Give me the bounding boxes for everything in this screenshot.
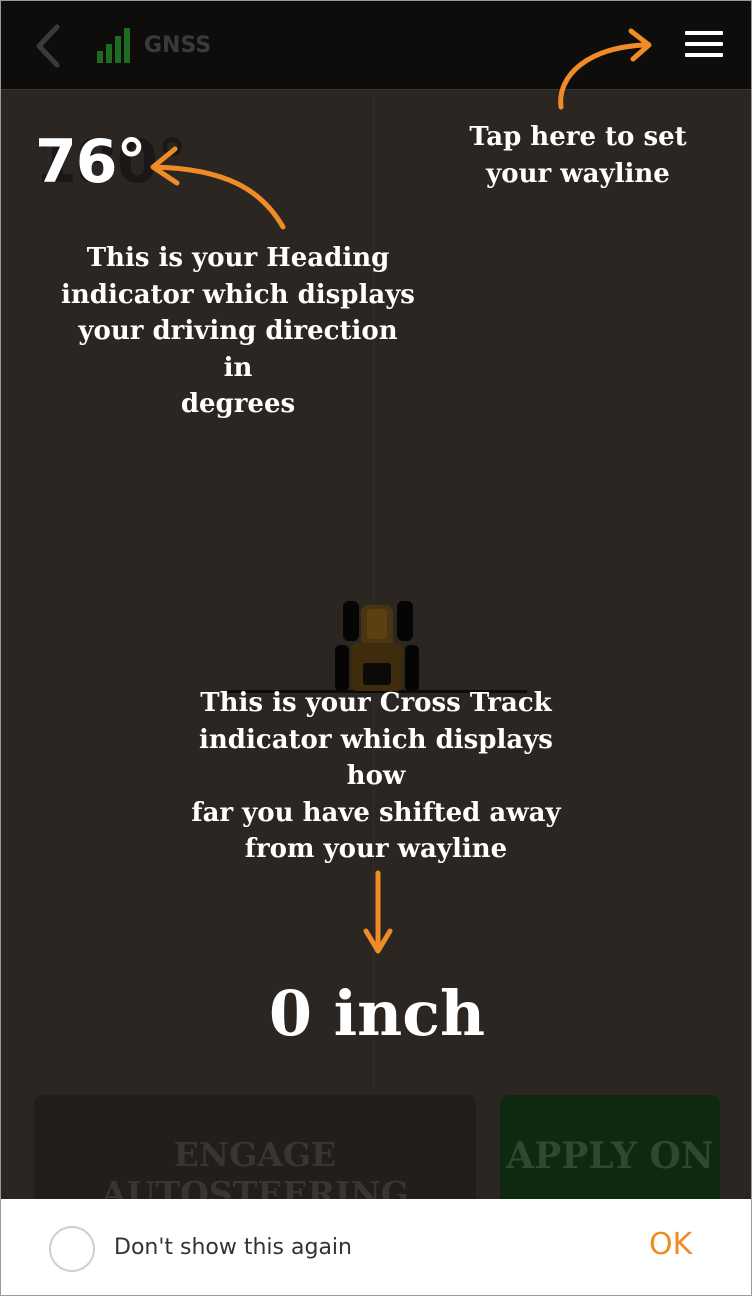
wayline-tip-line-1: Tap here to set — [469, 122, 687, 152]
heading-tip: This is your Heading indicator which dis… — [61, 240, 415, 423]
gnss-status-label: GNSS — [144, 33, 212, 58]
cross-track-value: 0 inch — [268, 977, 486, 1050]
heading-tip-line-1: This is your Heading — [86, 243, 390, 273]
signal-bars-icon — [97, 27, 131, 63]
heading-tip-line-2: indicator which displays — [61, 279, 415, 310]
cross-track-tip-line-3: far you have shifted away — [191, 797, 561, 828]
tutorial-footer: Don't show this again OK — [1, 1199, 751, 1295]
heading-indicator: 76° — [35, 127, 146, 197]
heading-tip-line-4: degrees — [180, 389, 296, 419]
arrow-to-menu-icon — [558, 28, 652, 110]
arrow-down-icon — [363, 870, 393, 954]
chevron-left-icon — [36, 24, 60, 68]
arrow-to-heading-icon — [150, 146, 286, 230]
heading-tip-line-3: your driving direction in — [78, 316, 398, 383]
wayline-tip: Tap here to set your wayline — [463, 119, 693, 192]
ok-button[interactable]: OK — [649, 1227, 692, 1262]
app-screen: GNSS 180° 76° Tap here to set your wayli… — [0, 0, 752, 1296]
cross-track-tip-line-1: This is your Cross Track — [200, 688, 552, 718]
cross-track-tip: This is your Cross Track indicator which… — [169, 685, 583, 868]
cross-track-tip-line-4: from your wayline — [244, 834, 508, 864]
dont-show-again-checkbox[interactable] — [49, 1226, 95, 1272]
dont-show-again-label[interactable]: Don't show this again — [114, 1235, 352, 1260]
cross-track-tip-line-2: indicator which displays how — [199, 724, 553, 792]
wayline-tip-line-2: your wayline — [486, 158, 670, 189]
apply-on-label: APPLY ON — [506, 1135, 714, 1177]
tractor-icon — [335, 601, 419, 691]
back-button[interactable] — [29, 23, 69, 69]
